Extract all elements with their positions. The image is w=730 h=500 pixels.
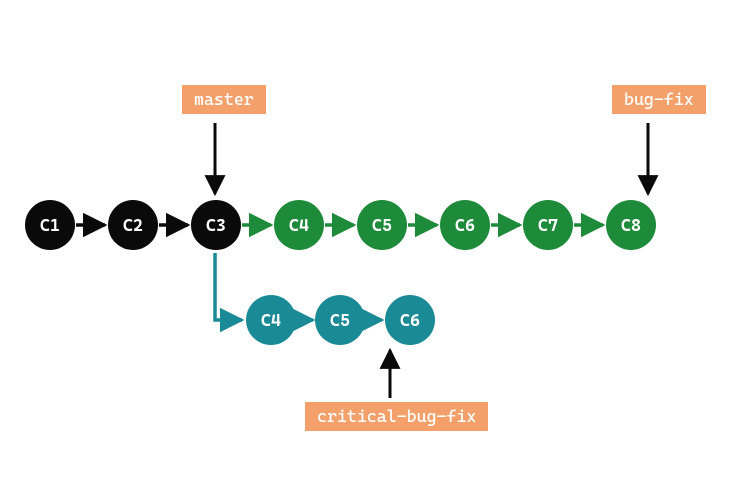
master-branch-label: master xyxy=(182,85,266,114)
git-branch-diagram: master bug-fix critical-bug-fix C1 C2 C3… xyxy=(0,0,730,500)
commit-c4: C4 xyxy=(274,200,324,250)
commit-c7: C7 xyxy=(523,200,573,250)
commit-c5: C5 xyxy=(357,200,407,250)
commit-c2: C2 xyxy=(108,200,158,250)
bugfix-branch-label: bug-fix xyxy=(612,85,706,114)
commit-c8: C8 xyxy=(606,200,656,250)
commit-c3: C3 xyxy=(191,200,241,250)
commit-crit-c6: C6 xyxy=(385,295,435,345)
arrow-c3-critical-c4 xyxy=(215,253,242,320)
commit-c1: C1 xyxy=(25,200,75,250)
commit-crit-c4: C4 xyxy=(246,295,296,345)
critical-branch-label: critical-bug-fix xyxy=(305,402,488,431)
commit-crit-c5: C5 xyxy=(315,295,365,345)
commit-c6: C6 xyxy=(440,200,490,250)
